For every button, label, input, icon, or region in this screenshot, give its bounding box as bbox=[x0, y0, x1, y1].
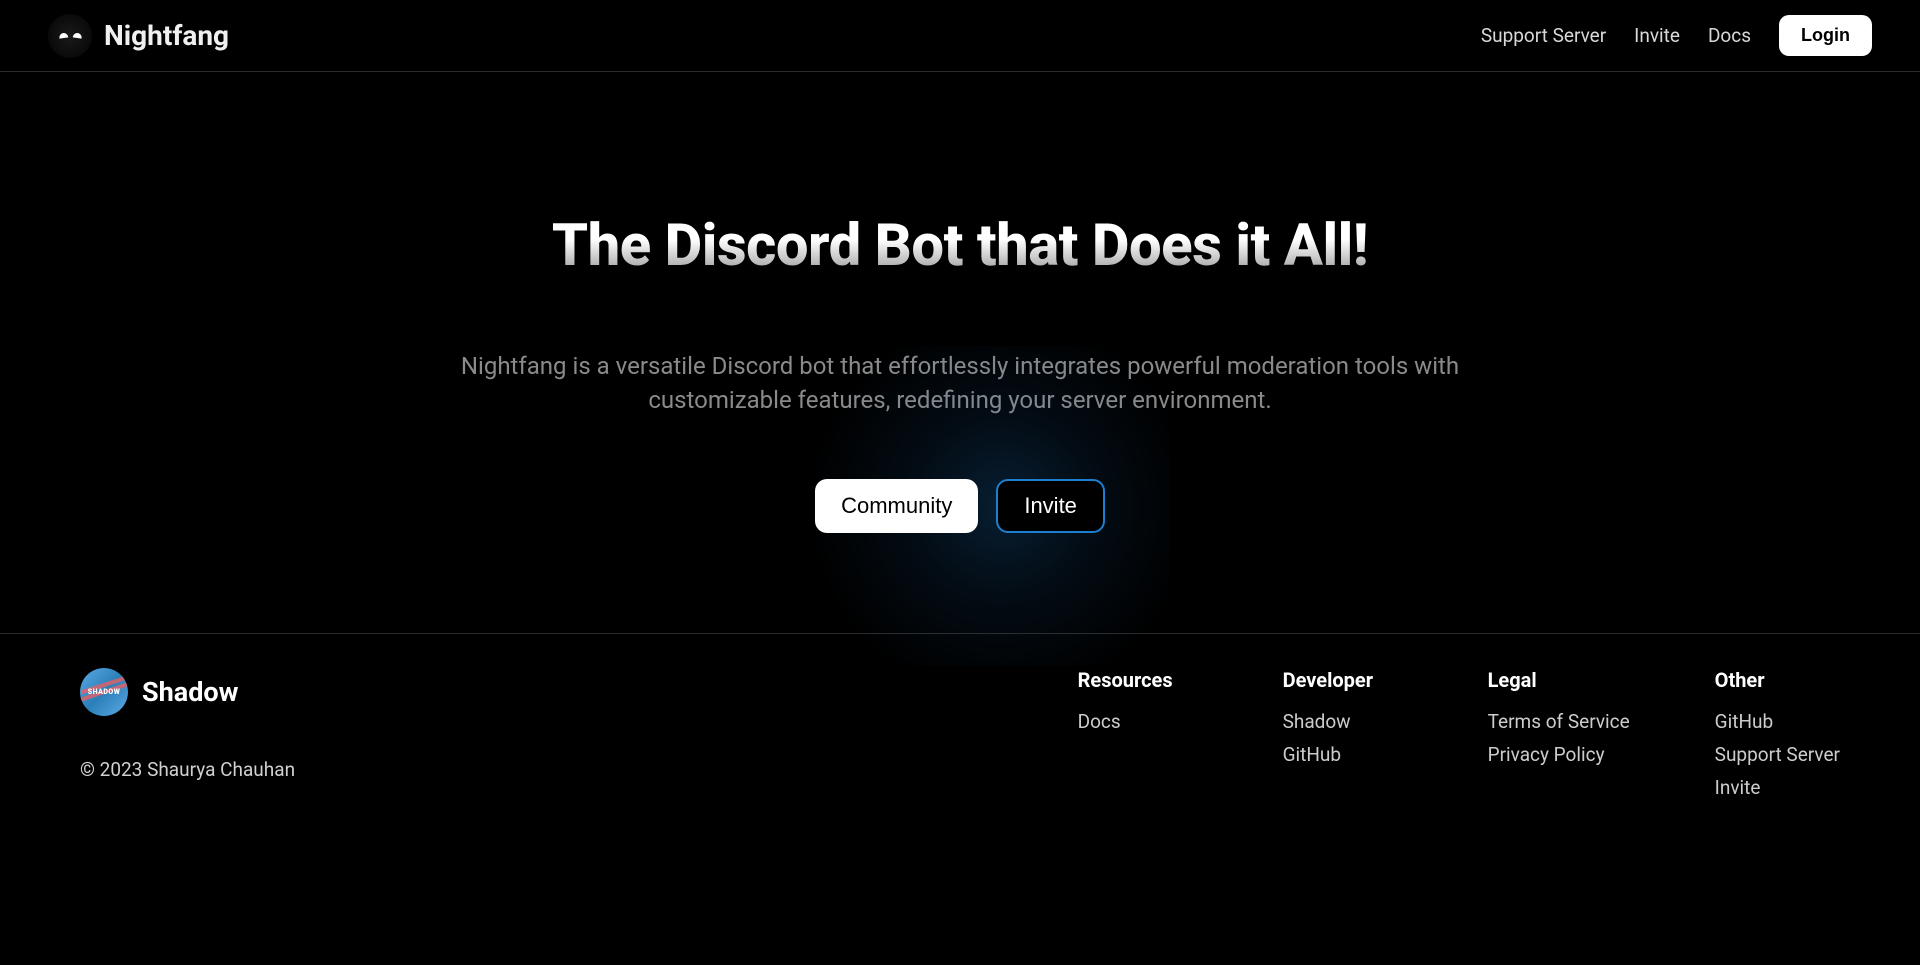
footer-col-title: Legal bbox=[1488, 668, 1630, 692]
footer-col-resources: Resources Docs bbox=[1078, 668, 1198, 809]
invite-button[interactable]: Invite bbox=[996, 479, 1105, 533]
nav-link-docs[interactable]: Docs bbox=[1708, 24, 1751, 47]
footer-link-privacy[interactable]: Privacy Policy bbox=[1488, 743, 1630, 766]
hero-title: The Discord Bot that Does it All! bbox=[552, 212, 1368, 280]
community-button[interactable]: Community bbox=[815, 479, 978, 533]
brand-name: Nightfang bbox=[104, 19, 229, 52]
hero-description: Nightfang is a versatile Discord bot tha… bbox=[410, 350, 1510, 417]
footer-brand-name: Shadow bbox=[142, 676, 238, 708]
footer: SHADOW Shadow © 2023 Shaurya Chauhan Res… bbox=[0, 633, 1920, 849]
footer-link-docs[interactable]: Docs bbox=[1078, 710, 1198, 733]
nightfang-logo-icon bbox=[48, 14, 92, 58]
nav: Support Server Invite Docs Login bbox=[1481, 15, 1872, 56]
footer-left: SHADOW Shadow © 2023 Shaurya Chauhan bbox=[80, 668, 295, 809]
footer-link-support-server[interactable]: Support Server bbox=[1715, 743, 1840, 766]
shadow-logo-icon: SHADOW bbox=[80, 668, 128, 716]
footer-col-title: Developer bbox=[1283, 668, 1403, 692]
footer-link-github[interactable]: GitHub bbox=[1283, 743, 1403, 766]
nav-link-support-server[interactable]: Support Server bbox=[1481, 24, 1606, 47]
footer-copyright: © 2023 Shaurya Chauhan bbox=[80, 758, 295, 781]
brand[interactable]: Nightfang bbox=[48, 14, 229, 58]
login-button[interactable]: Login bbox=[1779, 15, 1872, 56]
hero-actions: Community Invite bbox=[815, 479, 1105, 533]
nav-link-invite[interactable]: Invite bbox=[1634, 24, 1680, 47]
footer-col-developer: Developer Shadow GitHub bbox=[1283, 668, 1403, 809]
hero: The Discord Bot that Does it All! Nightf… bbox=[0, 72, 1920, 633]
footer-link-terms[interactable]: Terms of Service bbox=[1488, 710, 1630, 733]
footer-columns: Resources Docs Developer Shadow GitHub L… bbox=[1078, 668, 1840, 809]
header: Nightfang Support Server Invite Docs Log… bbox=[0, 0, 1920, 72]
footer-link-shadow[interactable]: Shadow bbox=[1283, 710, 1403, 733]
footer-brand[interactable]: SHADOW Shadow bbox=[80, 668, 295, 716]
footer-col-title: Resources bbox=[1078, 668, 1198, 692]
footer-col-other: Other GitHub Support Server Invite bbox=[1715, 668, 1840, 809]
footer-link-invite[interactable]: Invite bbox=[1715, 776, 1840, 799]
footer-col-legal: Legal Terms of Service Privacy Policy bbox=[1488, 668, 1630, 809]
footer-col-title: Other bbox=[1715, 668, 1840, 692]
footer-link-github-other[interactable]: GitHub bbox=[1715, 710, 1840, 733]
